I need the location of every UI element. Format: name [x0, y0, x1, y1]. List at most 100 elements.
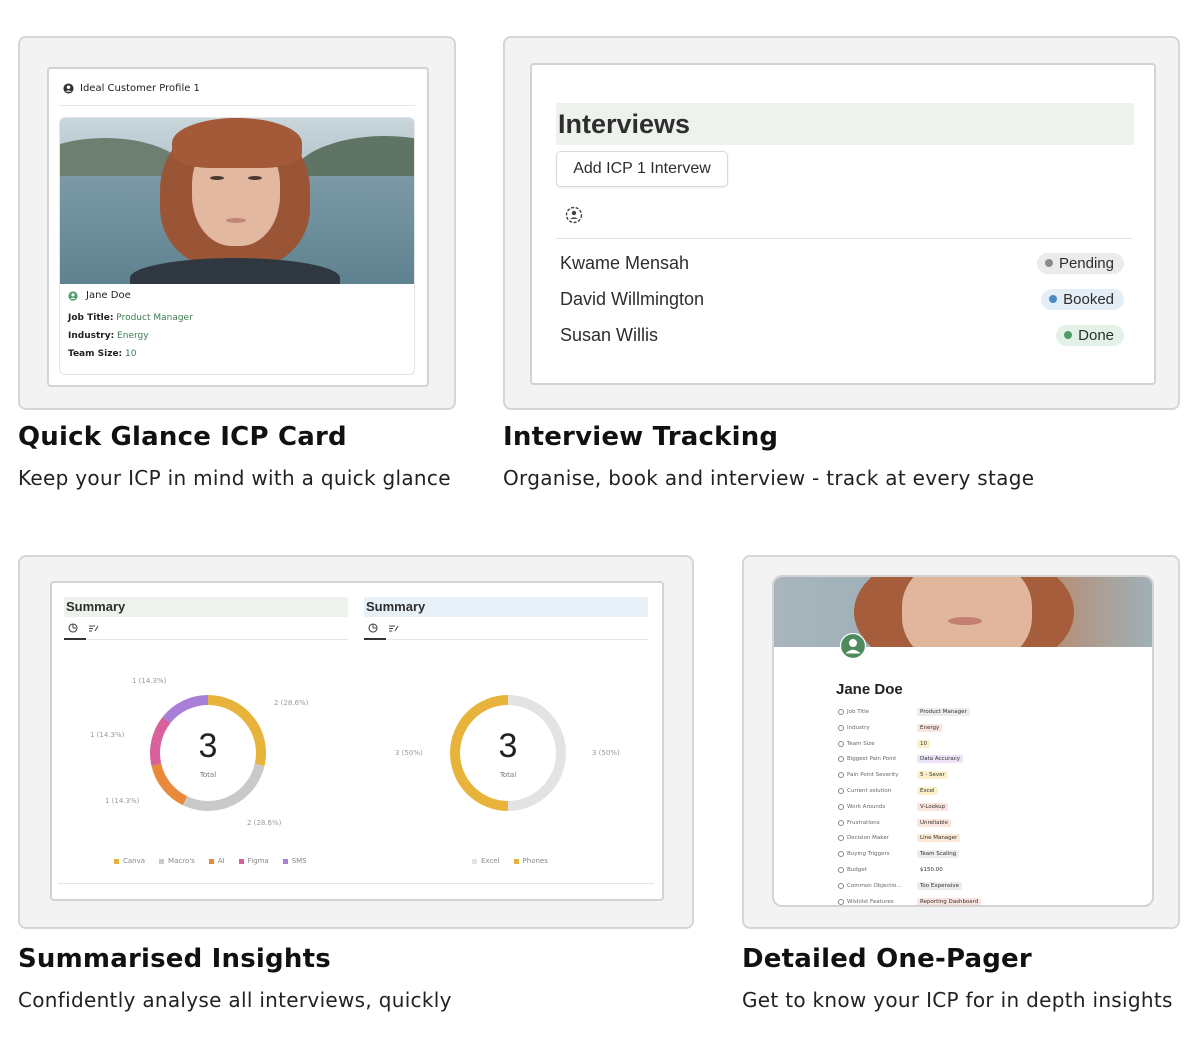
interviews-frame: Interviews Add ICP 1 Intervew Kwame Mens…: [503, 36, 1180, 410]
interviews-window: Interviews Add ICP 1 Intervew Kwame Mens…: [530, 63, 1156, 385]
icp-card[interactable]: Jane Doe Job Title: Product Manager Indu…: [59, 117, 415, 375]
feature-desc: Keep your ICP in mind with a quick glanc…: [18, 466, 451, 490]
summary-tabs-left: [68, 623, 99, 633]
property-value: Team Scaling: [917, 850, 960, 859]
property-value: 10: [917, 739, 930, 748]
donut-total-label-left: Total: [199, 771, 217, 779]
list-filter-icon[interactable]: [388, 623, 399, 633]
legend-item: Canva: [114, 857, 145, 865]
summary-window: Summary Summary 3 Total 3 Total 1 (14.3%…: [50, 581, 664, 901]
legend-item: Figma: [238, 857, 269, 865]
property-value: Product Manager: [917, 708, 970, 716]
property-row[interactable]: Buying Triggers Team Scaling: [838, 850, 960, 859]
property-label: Current solution: [847, 788, 892, 794]
property-value: Too Expensive: [917, 881, 963, 890]
one-pager-name: Jane Doe: [836, 681, 903, 698]
property-icon: [838, 835, 844, 842]
property-row[interactable]: Decision Maker Line Manager: [838, 834, 961, 843]
active-tab-underline: [64, 638, 86, 640]
property-value: Data Accuracy: [917, 755, 963, 764]
property-icon: [838, 724, 844, 731]
feature-desc: Organise, book and interview - track at …: [503, 466, 1035, 490]
status-badge: Booked: [1041, 288, 1124, 310]
property-value: Energy: [917, 723, 943, 732]
cover-photo: [774, 577, 1152, 647]
tab-divider: [364, 639, 648, 640]
property-label: Biggest Pain Point: [847, 756, 897, 763]
property-value: Excel: [917, 787, 938, 795]
property-value: Reporting Dashboard: [917, 897, 982, 905]
icp-info: Jane Doe Job Title: Product Manager Indu…: [68, 290, 193, 367]
property-label: Wishlist Features: [847, 898, 894, 905]
pie-chart-icon[interactable]: [368, 623, 378, 633]
property-label: Industry: [847, 724, 870, 731]
property-row[interactable]: Budget $150.00: [838, 866, 946, 874]
property-value: Unreliable: [917, 818, 951, 827]
slice-label: 3 (50%): [395, 749, 423, 757]
interviews-heading: Interviews: [556, 103, 1134, 145]
property-row[interactable]: Work Arounds V-Lookup: [838, 802, 949, 811]
property-value: Line Manager: [917, 834, 961, 843]
property-row[interactable]: Current solution Excel: [838, 787, 938, 795]
icp-card-header-label: Ideal Customer Profile 1: [80, 83, 200, 94]
list-filter-icon[interactable]: [88, 623, 99, 633]
property-icon: [838, 740, 844, 747]
property-row[interactable]: Pain Point Severity 5 - Sever: [838, 771, 948, 780]
interview-row[interactable]: David Willmington Booked: [560, 285, 1124, 313]
property-value: V-Lookup: [917, 802, 949, 811]
one-pager-frame: Jane Doe Job Title Product Manager Industr…: [742, 555, 1180, 929]
property-icon: [838, 709, 844, 715]
pie-chart-icon[interactable]: [68, 623, 78, 633]
slice-label: 2 (28.6%): [247, 819, 282, 827]
interview-row[interactable]: Kwame Mensah Pending: [560, 249, 1124, 277]
property-row[interactable]: Frustrations Unreliable: [838, 818, 951, 827]
group-icon[interactable]: [565, 206, 583, 224]
divider: [58, 883, 654, 884]
donut-total-left: 3: [198, 727, 218, 765]
property-label: Frustrations: [847, 819, 880, 826]
slice-label: 2 (28.6%): [274, 699, 309, 707]
profile-photo: [60, 118, 414, 284]
divider: [556, 238, 1132, 239]
property-icon: [838, 772, 844, 779]
property-row[interactable]: Common Objectio... Too Expensive: [838, 881, 963, 890]
chart-legend-right: Excel Phones: [472, 857, 548, 865]
legend-item: Macro's: [159, 857, 195, 865]
property-icon: [838, 867, 844, 873]
property-row[interactable]: Job Title Product Manager: [838, 708, 970, 716]
legend-item: SMS: [282, 857, 307, 865]
slice-label: 1 (14.3%): [132, 677, 167, 685]
property-row[interactable]: Industry Energy: [838, 723, 943, 732]
user-circle-icon: [63, 83, 74, 94]
add-interview-button[interactable]: Add ICP 1 Intervew: [556, 151, 728, 187]
property-icon: [838, 803, 844, 810]
interviewee-name: Kwame Mensah: [560, 252, 690, 273]
property-label: Buying Triggers: [847, 851, 890, 858]
feature-title: Detailed One-Pager: [742, 944, 1032, 974]
property-value: 5 - Sever: [917, 771, 948, 780]
slice-label: 1 (14.3%): [105, 797, 140, 805]
feature-title: Quick Glance ICP Card: [18, 422, 347, 452]
avatar-icon: [840, 633, 866, 659]
property-label: Common Objectio...: [847, 882, 902, 889]
donut-slice-figma: [150, 716, 171, 766]
donut-total-label-right: Total: [499, 771, 517, 779]
property-icon: [838, 819, 844, 826]
icp-card-window: Ideal Customer Profile 1 Jane Doe Job Ti…: [47, 67, 429, 387]
property-row[interactable]: Biggest Pain Point Data Accuracy: [838, 755, 963, 764]
interviewee-name: Susan Willis: [560, 324, 659, 345]
feature-desc: Get to know your ICP for in depth insigh…: [742, 988, 1173, 1012]
property-row[interactable]: Team Size 10: [838, 739, 930, 748]
legend-item: Excel: [472, 857, 500, 865]
slice-label: 3 (50%): [592, 749, 620, 757]
summary-title-right: Summary: [364, 597, 648, 617]
property-label: Decision Maker: [847, 835, 889, 842]
property-icon: [838, 788, 844, 794]
property-row[interactable]: Wishlist Features Reporting Dashboard: [838, 897, 982, 905]
feature-title: Interview Tracking: [503, 422, 779, 452]
interview-row[interactable]: Susan Willis Done: [560, 321, 1124, 349]
legend-item: AI: [208, 857, 225, 865]
legend-item: Phones: [513, 857, 548, 865]
property-icon: [838, 756, 844, 763]
slice-label: 1 (14.3%): [90, 731, 125, 739]
